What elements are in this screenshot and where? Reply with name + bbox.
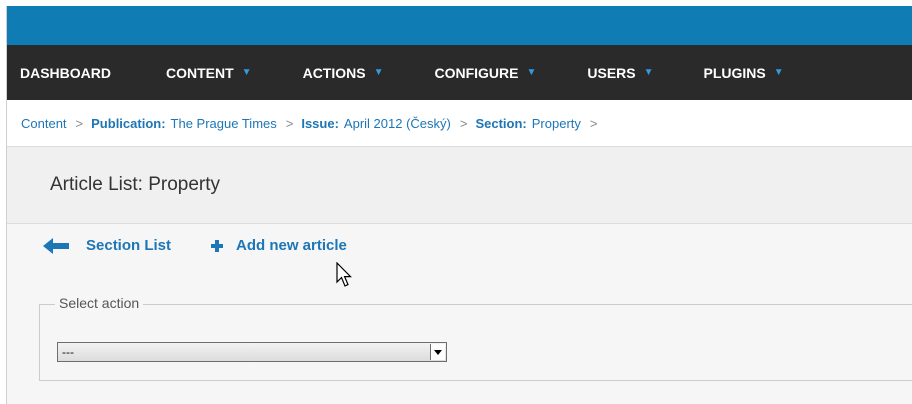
breadcrumb-issue[interactable]: Issue: April 2012 (Český)	[301, 116, 451, 131]
add-article-label: Add new article	[236, 237, 347, 254]
select-action-dropdown[interactable]: ---	[57, 342, 447, 362]
chevron-down-icon: ▼	[241, 67, 252, 78]
arrow-left-icon	[43, 237, 69, 254]
title-bar: Article List: Property	[7, 147, 912, 224]
nav-item-actions[interactable]: ACTIONS ▼	[303, 65, 384, 81]
nav-item-label: DASHBOARD	[20, 64, 111, 81]
article-actions: Section List Add new article	[43, 237, 347, 254]
breadcrumb-value: April 2012 (Český)	[343, 115, 451, 131]
nav-item-configure[interactable]: CONFIGURE ▼	[434, 65, 536, 81]
mouse-pointer-icon	[336, 262, 352, 287]
nav-item-label: CONTENT	[166, 64, 234, 81]
breadcrumb-key: Section:	[475, 115, 527, 131]
select-action-legend: Select action	[55, 295, 144, 311]
breadcrumb-key: Publication:	[91, 115, 166, 131]
breadcrumb-value: Property	[531, 115, 581, 131]
select-action-fieldset: Select action ---	[39, 295, 912, 381]
section-list-label: Section List	[86, 237, 172, 254]
breadcrumb-separator: >	[285, 115, 294, 131]
breadcrumb-separator: >	[75, 115, 84, 131]
page-title: Article List: Property	[50, 174, 220, 195]
breadcrumb-section[interactable]: Section: Property	[475, 116, 580, 131]
breadcrumb-separator: >	[589, 115, 598, 131]
select-action-value: ---	[62, 345, 74, 359]
section-list-link[interactable]: Section List	[43, 237, 171, 254]
nav-item-content[interactable]: CONTENT ▼	[166, 65, 252, 81]
chevron-down-icon: ▼	[526, 67, 537, 78]
breadcrumb-value: The Prague Times	[170, 115, 277, 131]
breadcrumb-publication[interactable]: Publication: The Prague Times	[91, 116, 277, 131]
chevron-down-icon: ▼	[643, 67, 654, 78]
plus-icon	[211, 239, 224, 252]
breadcrumb: Content > Publication: The Prague Times >…	[7, 100, 912, 147]
chevron-down-icon: ▼	[773, 67, 784, 78]
nav-item-label: CONFIGURE	[434, 64, 519, 81]
nav-item-label: PLUGINS	[703, 64, 766, 81]
nav-item-label: ACTIONS	[302, 64, 366, 81]
chevron-down-icon: ▼	[373, 67, 384, 78]
add-article-button[interactable]: Add new article	[211, 237, 347, 254]
nav-item-label: USERS	[587, 64, 636, 81]
nav-item-users[interactable]: USERS ▼	[587, 65, 653, 81]
main-nav: DASHBOARD CONTENT ▼ ACTIONS ▼ CONFIGURE …	[7, 45, 912, 100]
top-bar	[7, 6, 912, 45]
dropdown-arrow-icon	[430, 344, 445, 360]
breadcrumb-key: Issue:	[301, 115, 339, 131]
nav-item-plugins[interactable]: PLUGINS ▼	[704, 65, 784, 81]
nav-item-dashboard[interactable]: DASHBOARD	[20, 65, 111, 81]
breadcrumb-content-link[interactable]: Content	[21, 116, 67, 131]
breadcrumb-separator: >	[459, 115, 468, 131]
